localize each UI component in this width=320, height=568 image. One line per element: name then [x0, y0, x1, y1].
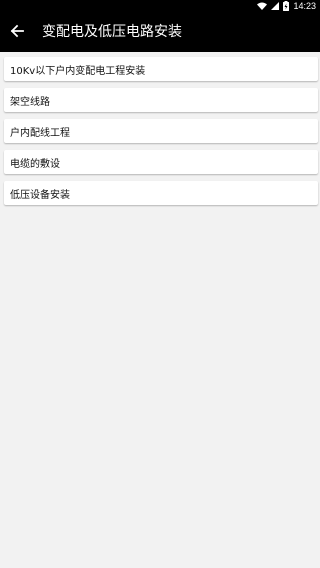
list-item[interactable]: 10Kv以下户内变配电工程安装 [4, 57, 318, 81]
list-item-label: 架空线路 [10, 96, 50, 108]
list-item[interactable]: 低压设备安装 [4, 181, 318, 205]
list-item-label: 10Kv以下户内变配电工程安装 [10, 65, 146, 77]
wifi-icon [257, 2, 268, 10]
list-item-label: 低压设备安装 [10, 189, 70, 201]
list-item[interactable]: 架空线路 [4, 88, 318, 112]
list-item-label: 户内配线工程 [10, 127, 70, 139]
status-time: 14:23 [293, 1, 316, 11]
list-item[interactable]: 电缆的敷设 [4, 150, 318, 174]
status-bar: 14:23 [0, 0, 320, 12]
arrow-left-icon [10, 23, 24, 42]
battery-charging-icon [283, 1, 290, 11]
topic-list: 10Kv以下户内变配电工程安装 架空线路 户内配线工程 电缆的敷设 低压设备安装 [4, 57, 318, 212]
list-item[interactable]: 户内配线工程 [4, 119, 318, 143]
app-bar: 变配电及低压电路安装 [0, 12, 320, 52]
list-item-label: 电缆的敷设 [10, 158, 60, 170]
back-button[interactable] [0, 12, 34, 52]
signal-icon [271, 2, 280, 10]
page-title: 变配电及低压电路安装 [42, 24, 182, 40]
